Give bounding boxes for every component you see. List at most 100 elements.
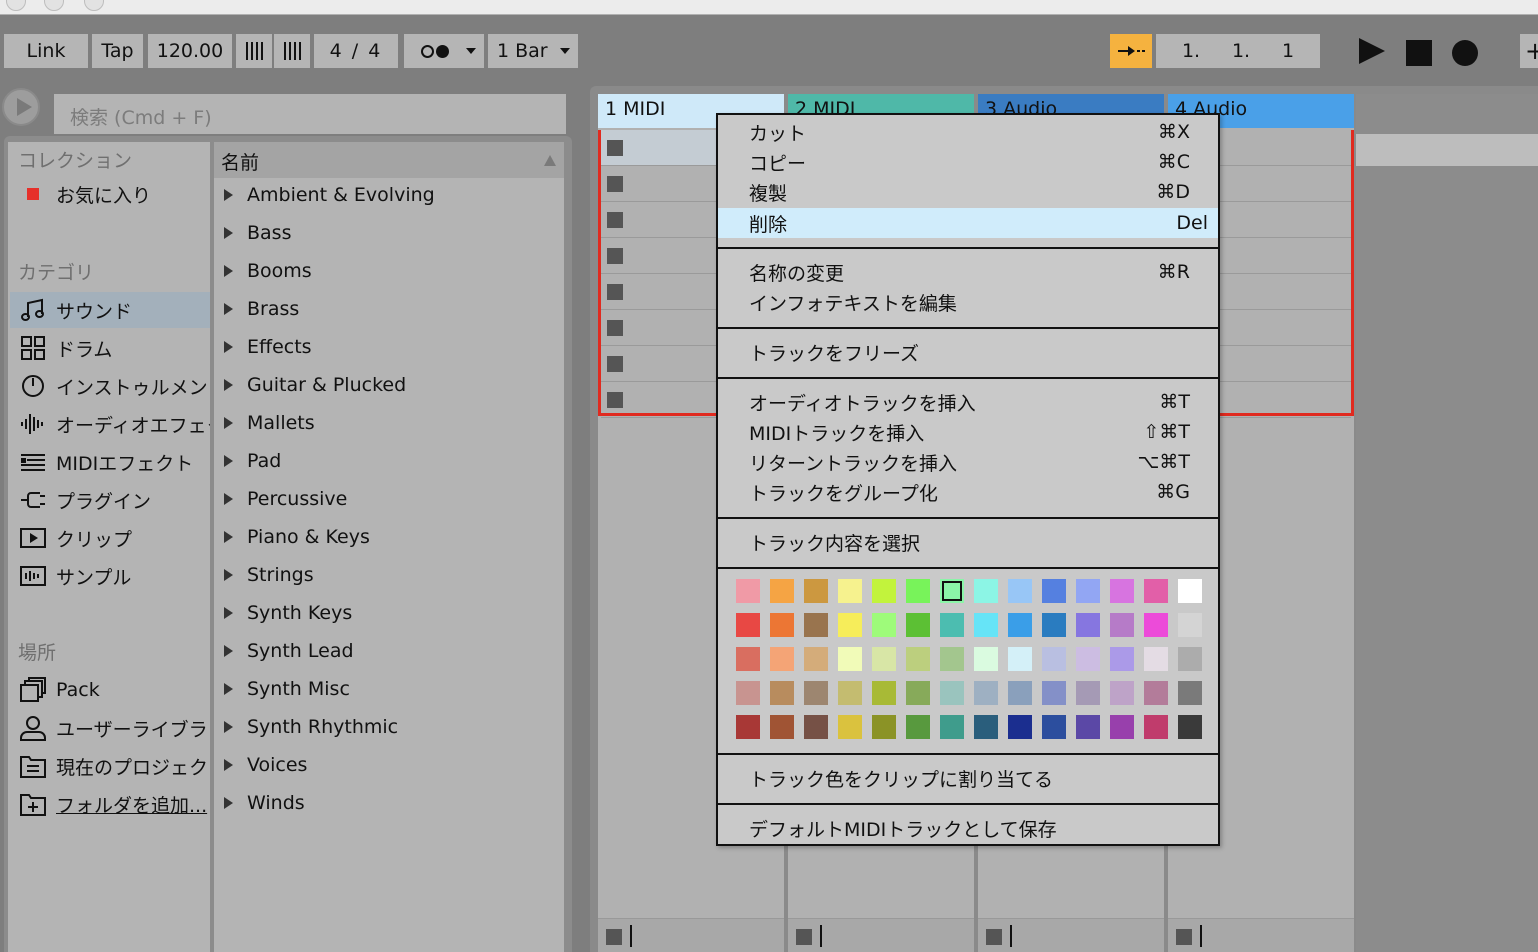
zoom-window-button[interactable] <box>84 0 104 11</box>
color-swatch[interactable] <box>838 715 862 739</box>
color-swatch[interactable] <box>872 681 896 705</box>
color-swatch[interactable] <box>974 579 998 603</box>
color-swatch[interactable] <box>736 579 760 603</box>
time-signature-field[interactable]: 4 / 4 <box>314 34 398 68</box>
color-swatch[interactable] <box>1144 715 1168 739</box>
name-column-header[interactable]: 名前 <box>214 142 564 178</box>
color-swatch[interactable] <box>940 613 964 637</box>
color-swatch[interactable] <box>1144 579 1168 603</box>
metronome-button[interactable] <box>404 34 484 68</box>
list-item[interactable]: Winds <box>214 784 564 822</box>
color-swatch[interactable] <box>804 613 828 637</box>
sidebar-item-midi-effects[interactable]: MIDIエフェクト <box>10 444 210 480</box>
menu-item-assign-track-color[interactable]: トラック色をクリップに割り当てる <box>718 763 1218 793</box>
color-swatch[interactable] <box>974 613 998 637</box>
list-item[interactable]: Ambient & Evolving <box>214 176 564 214</box>
color-swatch[interactable] <box>906 681 930 705</box>
color-swatch[interactable] <box>1144 613 1168 637</box>
search-input[interactable]: 検索 (Cmd + F) <box>54 94 566 134</box>
sidebar-item-drums[interactable]: ドラム <box>10 330 210 366</box>
expand-triangle-icon[interactable] <box>224 721 233 733</box>
color-swatch[interactable] <box>940 681 964 705</box>
list-item[interactable]: Percussive <box>214 480 564 518</box>
nudge-up-button[interactable] <box>274 34 310 68</box>
color-swatch[interactable] <box>872 579 896 603</box>
color-swatch[interactable] <box>736 647 760 671</box>
color-swatch[interactable] <box>770 647 794 671</box>
color-swatch[interactable] <box>940 715 964 739</box>
color-swatch[interactable] <box>1110 681 1134 705</box>
tap-tempo-button[interactable]: Tap <box>92 34 143 68</box>
expand-triangle-icon[interactable] <box>224 645 233 657</box>
color-swatch[interactable] <box>736 613 760 637</box>
color-swatch[interactable] <box>872 613 896 637</box>
follow-button[interactable] <box>1110 34 1152 68</box>
close-window-button[interactable] <box>6 0 26 11</box>
color-swatch[interactable] <box>838 681 862 705</box>
color-swatch[interactable] <box>1178 613 1202 637</box>
color-swatch[interactable] <box>770 579 794 603</box>
sidebar-item-audio-effects[interactable]: オーディオエフェクト <box>10 406 210 442</box>
color-swatch[interactable] <box>872 715 896 739</box>
menu-item-duplicate[interactable]: 複製 ⌘D <box>718 177 1218 207</box>
color-swatch[interactable] <box>736 681 760 705</box>
color-swatch[interactable] <box>770 613 794 637</box>
sidebar-item-current-project[interactable]: 現在のプロジェクト <box>10 748 210 784</box>
menu-item-insert-return-track[interactable]: リターントラックを挿入 ⌥⌘T <box>718 447 1218 477</box>
color-swatch[interactable] <box>804 715 828 739</box>
list-item[interactable]: Brass <box>214 290 564 328</box>
color-swatch[interactable] <box>770 715 794 739</box>
list-item[interactable]: Synth Misc <box>214 670 564 708</box>
color-swatch[interactable] <box>1178 715 1202 739</box>
track-stop-button[interactable] <box>796 929 812 945</box>
color-swatch[interactable] <box>838 647 862 671</box>
clip-stop-icon[interactable] <box>607 140 623 156</box>
expand-triangle-icon[interactable] <box>224 227 233 239</box>
clip-stop-icon[interactable] <box>607 320 623 336</box>
menu-item-insert-audio-track[interactable]: オーディオトラックを挿入 ⌘T <box>718 387 1218 417</box>
expand-triangle-icon[interactable] <box>224 759 233 771</box>
list-item[interactable]: Pad <box>214 442 564 480</box>
menu-item-select-track-contents[interactable]: トラック内容を選択 <box>718 527 1218 557</box>
color-swatch[interactable] <box>1178 681 1202 705</box>
clip-stop-icon[interactable] <box>607 392 623 408</box>
expand-triangle-icon[interactable] <box>224 797 233 809</box>
color-swatch[interactable] <box>1144 647 1168 671</box>
clip-stop-icon[interactable] <box>607 356 623 372</box>
menu-item-delete[interactable]: 削除 Del <box>718 208 1218 238</box>
color-swatch[interactable] <box>1110 647 1134 671</box>
menu-item-copy[interactable]: コピー ⌘C <box>718 147 1218 177</box>
expand-triangle-icon[interactable] <box>224 417 233 429</box>
sidebar-item-samples[interactable]: サンプル <box>10 558 210 594</box>
color-swatch[interactable] <box>1008 647 1032 671</box>
color-swatch[interactable] <box>906 647 930 671</box>
clip-stop-icon[interactable] <box>607 248 623 264</box>
clip-stop-icon[interactable] <box>607 212 623 228</box>
color-swatch[interactable] <box>1110 579 1134 603</box>
color-swatch[interactable] <box>1178 579 1202 603</box>
color-swatch[interactable] <box>770 681 794 705</box>
color-swatch[interactable] <box>1110 613 1134 637</box>
color-swatch[interactable] <box>940 579 964 603</box>
color-swatch[interactable] <box>974 681 998 705</box>
track-stop-button[interactable] <box>1176 929 1192 945</box>
list-item[interactable]: Mallets <box>214 404 564 442</box>
color-swatch[interactable] <box>804 579 828 603</box>
expand-triangle-icon[interactable] <box>224 569 233 581</box>
quantize-menu[interactable]: 1 Bar <box>488 34 578 68</box>
color-swatch[interactable] <box>804 647 828 671</box>
preview-play-button[interactable] <box>2 88 40 126</box>
sidebar-item-clips[interactable]: クリップ <box>10 520 210 556</box>
color-swatch[interactable] <box>1008 579 1032 603</box>
color-swatch[interactable] <box>1076 579 1100 603</box>
link-button[interactable]: Link <box>4 34 88 68</box>
track-stop-button[interactable] <box>986 929 1002 945</box>
list-item[interactable]: Piano & Keys <box>214 518 564 556</box>
menu-item-cut[interactable]: カット ⌘X <box>718 117 1218 147</box>
color-swatch[interactable] <box>1110 715 1134 739</box>
color-swatch[interactable] <box>1076 715 1100 739</box>
color-swatch[interactable] <box>940 647 964 671</box>
color-swatch[interactable] <box>1042 681 1066 705</box>
clip-stop-icon[interactable] <box>607 284 623 300</box>
list-item[interactable]: Synth Keys <box>214 594 564 632</box>
